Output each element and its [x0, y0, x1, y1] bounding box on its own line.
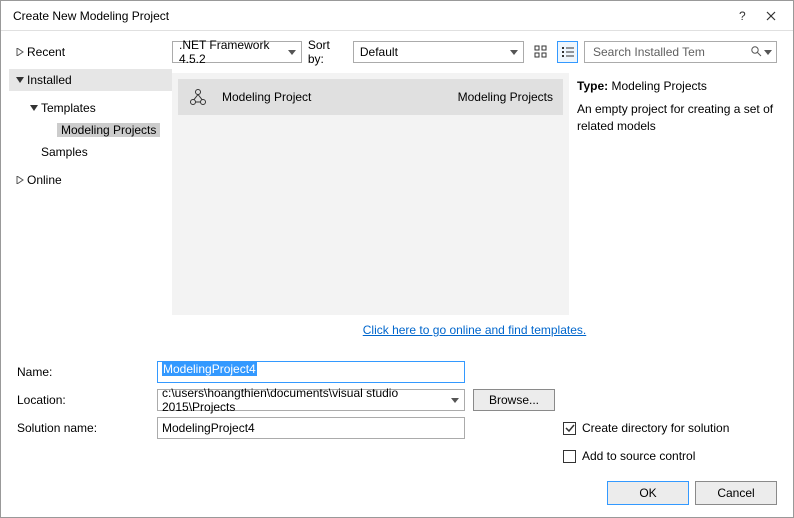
framework-dropdown[interactable]: .NET Framework 4.5.2 [172, 41, 302, 63]
sort-dropdown[interactable]: Default [353, 41, 524, 63]
dialog-window: Create New Modeling Project ? Recent [0, 0, 794, 518]
grid-icon [534, 45, 548, 59]
location-label: Location: [9, 393, 157, 407]
dialog-buttons: OK Cancel [9, 471, 777, 517]
online-templates-link[interactable]: Click here to go online and find templat… [363, 323, 586, 337]
browse-button[interactable]: Browse... [473, 389, 555, 411]
project-form: Name: ModelingProject4 Location: c:\user… [9, 353, 777, 517]
chevron-down-icon [287, 46, 297, 60]
tree-item-templates[interactable]: Templates [9, 97, 172, 119]
sort-label: Sort by: [308, 38, 347, 66]
tree-item-installed[interactable]: Installed [9, 69, 172, 91]
name-value: ModelingProject4 [162, 362, 257, 376]
name-label: Name: [9, 365, 157, 379]
chevron-down-icon[interactable] [764, 45, 772, 59]
sort-value: Default [360, 45, 398, 59]
tree-item-samples[interactable]: Samples [9, 141, 172, 163]
checkbox-checked-icon [563, 422, 576, 435]
search-icon [750, 45, 762, 60]
tree-label: Templates [41, 101, 96, 115]
template-category: Modeling Projects [458, 90, 553, 104]
solution-name-value: ModelingProject4 [162, 421, 255, 435]
solution-name-input[interactable]: ModelingProject4 [157, 417, 465, 439]
chevron-down-icon [509, 46, 519, 60]
location-input[interactable]: c:\users\hoangthien\documents\visual stu… [157, 389, 465, 411]
window-title: Create New Modeling Project [9, 9, 729, 23]
chevron-right-icon [13, 176, 27, 184]
checkbox-unchecked-icon [563, 450, 576, 463]
category-tree: Recent Installed Templates M [9, 39, 172, 353]
chevron-down-icon [13, 76, 27, 84]
cancel-button[interactable]: Cancel [695, 481, 777, 505]
tree-item-modeling-projects[interactable]: Modeling Projects [9, 119, 172, 141]
template-name: Modeling Project [218, 90, 331, 104]
add-source-control-checkbox[interactable]: Add to source control [563, 446, 777, 466]
view-medium-icons-button[interactable] [530, 41, 551, 63]
svg-text:?: ? [739, 10, 746, 22]
search-box[interactable] [584, 41, 777, 63]
search-input[interactable] [591, 44, 750, 60]
help-icon[interactable]: ? [729, 5, 757, 27]
view-small-icons-button[interactable] [557, 41, 578, 63]
tree-label: Online [27, 173, 62, 187]
tree-label: Modeling Projects [57, 123, 160, 137]
name-input[interactable]: ModelingProject4 [157, 361, 465, 383]
create-directory-label: Create directory for solution [582, 421, 729, 435]
filter-toolbar: .NET Framework 4.5.2 Sort by: Default [172, 39, 777, 65]
chevron-down-icon [450, 394, 460, 408]
tree-label: Installed [27, 73, 72, 87]
create-directory-checkbox[interactable]: Create directory for solution [563, 418, 777, 438]
ok-button[interactable]: OK [607, 481, 689, 505]
tree-item-recent[interactable]: Recent [9, 41, 172, 63]
location-value: c:\users\hoangthien\documents\visual stu… [162, 386, 446, 414]
solution-name-label: Solution name: [9, 421, 157, 435]
description-text: An empty project for creating a set of r… [577, 101, 777, 135]
chevron-right-icon [13, 48, 27, 56]
type-label: Type: [577, 79, 608, 93]
framework-value: .NET Framework 4.5.2 [179, 38, 283, 66]
details-pane: Type: Modeling Projects An empty project… [577, 73, 777, 315]
tree-label: Recent [27, 45, 65, 59]
title-bar: Create New Modeling Project ? [1, 1, 793, 31]
tree-label: Samples [41, 145, 88, 159]
close-icon[interactable] [757, 5, 785, 27]
type-value: Modeling Projects [611, 79, 706, 93]
template-item-modeling-project[interactable]: Modeling Project Modeling Projects [178, 79, 563, 115]
tree-item-online[interactable]: Online [9, 169, 172, 191]
templates-list: Modeling Project Modeling Projects [172, 73, 569, 315]
list-icon [561, 45, 575, 59]
add-source-control-label: Add to source control [582, 449, 695, 463]
modeling-project-icon [188, 87, 208, 107]
chevron-down-icon [27, 104, 41, 112]
online-templates-link-row: Click here to go online and find templat… [172, 315, 777, 353]
